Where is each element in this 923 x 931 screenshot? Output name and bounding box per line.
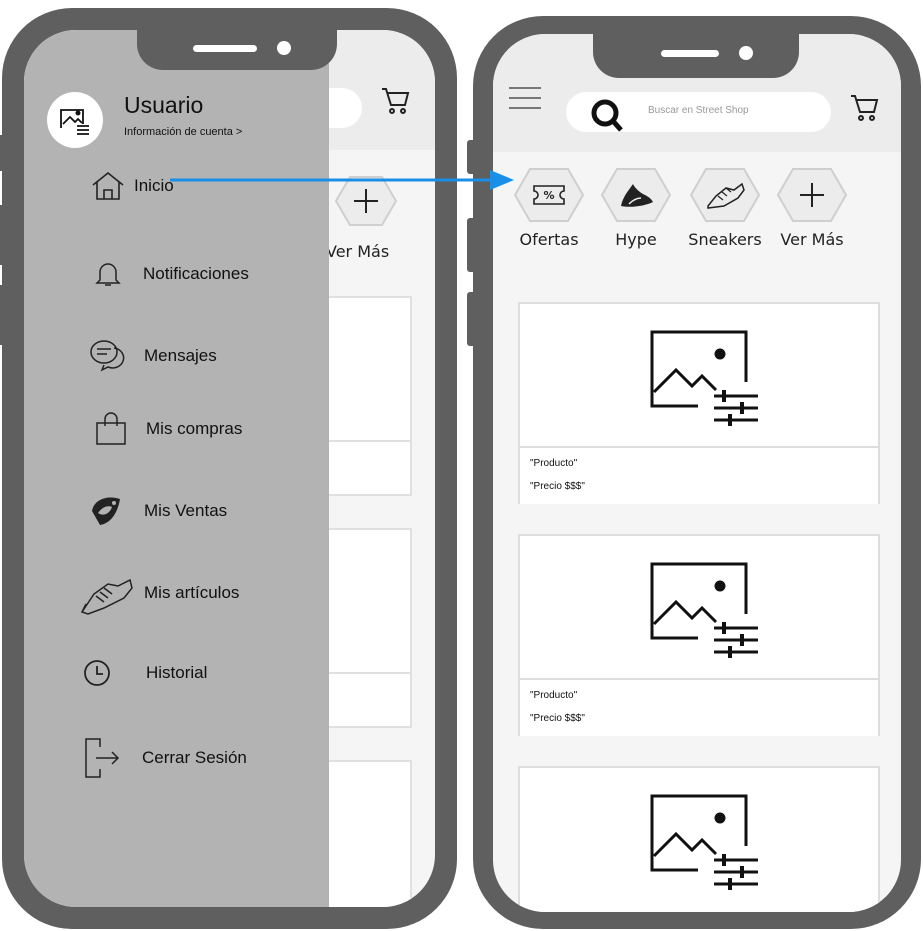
search-icon [590,98,624,138]
product-card[interactable]: "Producto" "Precio $$$" [518,534,880,736]
background-card-divider [324,672,412,674]
menu-label: Cerrar Sesión [142,748,247,767]
menu-label: Notificaciones [143,264,249,283]
background-ver-mas-label: Ver Más [326,242,390,261]
right-phone-screen: Buscar en Street Shop % Ofertas Hype Sne… [493,34,901,912]
category-label: Ver Más [780,230,844,249]
product-image-placeholder-icon [520,768,878,910]
cart-icon[interactable] [380,85,410,117]
product-meta: "Producto" "Precio $$$" [520,678,878,736]
hamburger-menu-icon[interactable] [509,86,541,110]
menu-item-notificaciones[interactable]: Notificaciones [95,260,249,288]
plus-icon [775,166,849,224]
menu-item-mis-ventas[interactable]: Mis Ventas [86,493,227,529]
category-hype[interactable]: Hype [596,166,676,249]
category-ver-mas[interactable]: Ver Más [770,166,854,249]
background-product-card [324,296,412,496]
menu-item-inicio[interactable]: Inicio [90,170,174,202]
menu-label: Mensajes [144,346,217,365]
category-label: Hype [615,230,657,249]
left-phone-notch [137,28,337,70]
background-product-card [324,528,412,728]
chat-icon [88,338,136,374]
left-phone-screen: Ver Más Usuario Información de cuenta > … [24,30,435,907]
category-label: Sneakers [688,230,762,249]
flow-arrow [170,170,514,190]
search-bar[interactable]: Buscar en Street Shop [566,92,831,132]
camera [739,46,753,60]
product-card[interactable]: "Producto" "Precio $$$" [518,302,880,504]
search-placeholder: Buscar en Street Shop [648,105,749,116]
background-card-divider [324,440,412,442]
menu-label: Historial [146,663,208,682]
product-image-placeholder-icon [520,304,878,446]
sneaker-icon [688,166,762,224]
product-price: "Precio $$$" [530,713,585,724]
left-phone-frame: Ver Más Usuario Información de cuenta > … [2,8,457,929]
right-phone-frame: Buscar en Street Shop % Ofertas Hype Sne… [473,16,921,929]
category-sneakers[interactable]: Sneakers [685,166,765,249]
navigation-drawer: Usuario Información de cuenta > Inicio N… [24,30,329,907]
account-info-link[interactable]: Información de cuenta > [124,126,242,138]
menu-item-historial[interactable]: Historial [82,658,207,688]
menu-label: Mis compras [146,419,243,438]
shopping-bag-icon [94,412,138,446]
speaker [661,50,719,57]
home-icon [90,170,130,202]
product-meta: "Producto" "Precio $$$" [520,446,878,504]
category-label: Ofertas [519,230,579,249]
user-name[interactable]: Usuario [124,92,203,119]
product-price: "Precio $$$" [530,481,585,492]
menu-label: Mis Ventas [144,501,228,520]
cart-icon[interactable] [849,92,879,124]
product-card[interactable] [518,766,880,912]
menu-label: Mis artículos [144,583,240,602]
product-image-placeholder-icon [520,536,878,678]
product-name: "Producto" [530,690,578,701]
sales-tag-icon [86,493,138,529]
speaker [193,45,257,52]
menu-item-mis-articulos[interactable]: Mis artículos [78,568,239,618]
category-ofertas[interactable]: % Ofertas [509,166,589,249]
background-product-card [324,760,412,907]
clock-icon [82,658,142,688]
discount-ticket-icon: % [512,166,586,224]
menu-item-mensajes[interactable]: Mensajes [88,338,217,374]
product-name: "Producto" [530,458,578,469]
hype-icon [599,166,673,224]
right-phone-notch [593,34,799,78]
avatar[interactable] [47,92,103,148]
menu-item-cerrar-sesion[interactable]: Cerrar Sesión [82,735,247,781]
logout-icon [82,735,140,781]
menu-item-mis-compras[interactable]: Mis compras [94,412,242,446]
sneaker-icon [78,568,142,618]
camera [277,41,291,55]
bell-icon [95,260,135,288]
svg-text:%: % [543,189,554,202]
